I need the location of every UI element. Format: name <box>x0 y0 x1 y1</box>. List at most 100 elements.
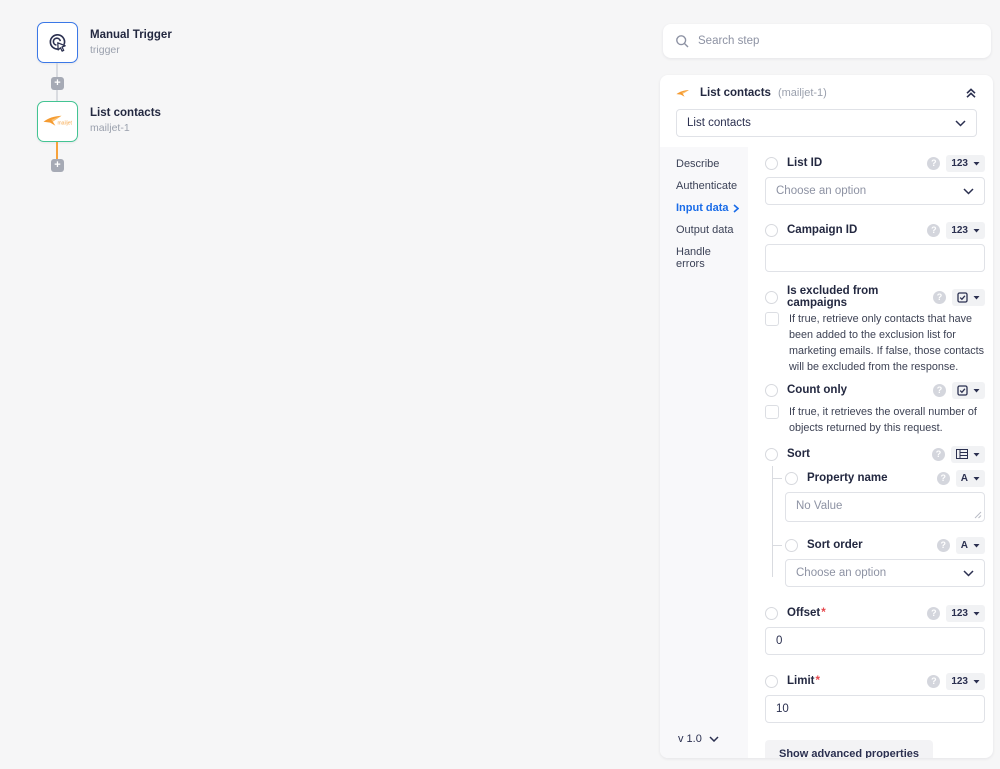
field-radio[interactable] <box>785 472 798 485</box>
field-description: If true, it retrieves the overall number… <box>789 404 985 436</box>
help-icon[interactable]: ? <box>933 384 946 397</box>
step-config-panel: List contacts (mailjet-1) List contacts … <box>660 75 993 758</box>
type-selector-number[interactable]: 123 <box>946 673 985 690</box>
type-selector-boolean[interactable] <box>952 382 985 399</box>
tab-label: Output data <box>676 224 734 236</box>
tab-authenticate[interactable]: Authenticate <box>660 175 748 197</box>
checkbox-icon <box>957 292 968 303</box>
field-radio[interactable] <box>765 675 778 688</box>
campaign-id-input[interactable] <box>765 244 985 272</box>
tab-label: Handle errors <box>676 246 739 270</box>
property-name-textarea[interactable]: No Value <box>785 492 985 522</box>
field-offset: Offset* ? 123 <box>765 605 985 655</box>
add-step-button[interactable]: + <box>51 159 64 172</box>
panel-header: List contacts (mailjet-1) <box>660 75 993 107</box>
checkbox-icon <box>957 385 968 396</box>
collapse-panel-button[interactable] <box>965 87 977 99</box>
field-label: Property name <box>807 472 888 484</box>
field-radio[interactable] <box>765 224 778 237</box>
resize-handle[interactable] <box>974 511 982 519</box>
field-radio[interactable] <box>765 384 778 397</box>
help-icon[interactable]: ? <box>927 607 940 620</box>
node-manual-trigger[interactable] <box>37 22 78 63</box>
required-mark: * <box>815 675 819 687</box>
type-selector-number[interactable]: 123 <box>946 222 985 239</box>
panel-subnav: Describe Authenticate Input data Output … <box>660 147 748 758</box>
caret-down-icon <box>973 161 980 166</box>
type-label: 123 <box>951 225 968 236</box>
caret-down-icon <box>973 679 980 684</box>
tab-input-data[interactable]: Input data <box>660 197 748 219</box>
field-campaign-id: Campaign ID ? 123 <box>765 222 985 272</box>
tab-describe[interactable]: Describe <box>660 153 748 175</box>
tab-output-data[interactable]: Output data <box>660 219 748 241</box>
list-id-select[interactable]: Choose an option <box>765 177 985 205</box>
help-icon[interactable]: ? <box>937 539 950 552</box>
node-title: List contacts <box>90 107 161 119</box>
type-selector-boolean[interactable] <box>952 289 985 306</box>
tab-label: Describe <box>676 158 719 170</box>
panel-step-id: (mailjet-1) <box>778 87 827 99</box>
limit-input[interactable] <box>765 695 985 723</box>
field-sort: Sort ? Property name ? <box>765 446 985 587</box>
required-mark: * <box>821 607 825 619</box>
field-list-id: List ID ? 123 Choose an option <box>765 155 985 205</box>
caret-down-icon <box>973 543 980 548</box>
field-label: List ID <box>787 157 822 169</box>
help-icon[interactable]: ? <box>932 448 945 461</box>
node-subtitle: mailjet-1 <box>90 122 161 134</box>
help-icon[interactable]: ? <box>927 675 940 688</box>
is-excluded-checkbox[interactable] <box>765 312 779 326</box>
field-radio[interactable] <box>765 607 778 620</box>
textarea-placeholder: No Value <box>796 500 842 512</box>
field-radio[interactable] <box>785 539 798 552</box>
type-selector-number[interactable]: 123 <box>946 155 985 172</box>
caret-down-icon <box>973 476 980 481</box>
tab-handle-errors[interactable]: Handle errors <box>660 241 748 275</box>
field-radio[interactable] <box>765 448 778 461</box>
type-selector-number[interactable]: 123 <box>946 605 985 622</box>
tab-label: Authenticate <box>676 180 737 192</box>
select-placeholder: Choose an option <box>776 185 866 197</box>
operation-select[interactable]: List contacts <box>676 109 977 137</box>
help-icon[interactable]: ? <box>937 472 950 485</box>
caret-down-icon <box>973 388 980 393</box>
type-label: A <box>961 540 968 551</box>
type-selector-string[interactable]: A <box>956 470 985 487</box>
type-label: 123 <box>951 158 968 169</box>
svg-text:mailjet: mailjet <box>57 121 72 127</box>
add-step-button[interactable]: + <box>51 77 64 90</box>
type-selector-object[interactable] <box>951 446 985 463</box>
search-icon <box>675 34 689 48</box>
search-input[interactable]: Search step <box>698 35 759 47</box>
mailjet-icon <box>676 89 693 98</box>
field-label: Sort <box>787 448 810 460</box>
version-select[interactable]: v 1.0 <box>660 723 748 758</box>
field-radio[interactable] <box>765 157 778 170</box>
caret-down-icon <box>973 611 980 616</box>
offset-input[interactable] <box>765 627 985 655</box>
field-label: Limit <box>787 675 814 687</box>
field-radio[interactable] <box>765 291 778 304</box>
field-is-excluded: Is excluded from campaigns ? If true, re… <box>765 289 985 375</box>
chevron-down-icon <box>963 570 974 577</box>
chevron-right-icon <box>733 204 739 213</box>
chevron-down-icon <box>955 120 966 127</box>
panel-title: List contacts <box>700 87 771 99</box>
connector-line <box>56 90 58 101</box>
count-only-checkbox[interactable] <box>765 405 779 419</box>
help-icon[interactable]: ? <box>933 291 946 304</box>
node-list-contacts[interactable]: mailjet <box>37 101 78 142</box>
help-icon[interactable]: ? <box>927 224 940 237</box>
field-label: Count only <box>787 384 847 396</box>
select-placeholder: Choose an option <box>796 567 886 579</box>
help-icon[interactable]: ? <box>927 157 940 170</box>
type-selector-string[interactable]: A <box>956 537 985 554</box>
sort-order-select[interactable]: Choose an option <box>785 559 985 587</box>
connector-line <box>56 63 58 77</box>
step-search-bar[interactable]: Search step <box>663 24 991 58</box>
show-advanced-properties-button[interactable]: Show advanced properties <box>765 740 933 758</box>
type-label: 123 <box>951 608 968 619</box>
mailjet-logo: mailjet <box>43 115 73 128</box>
field-label: Offset <box>787 607 820 619</box>
